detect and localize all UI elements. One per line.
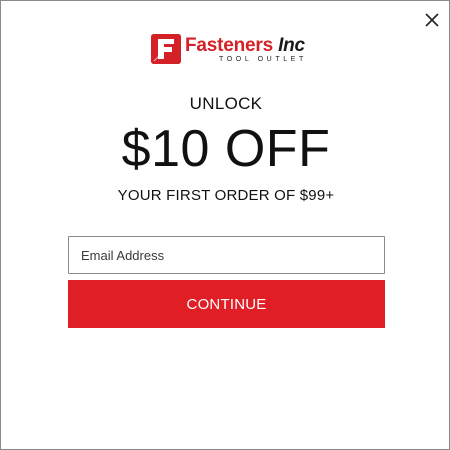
- headline-condition: YOUR FIRST ORDER OF $99+: [117, 187, 335, 204]
- continue-button[interactable]: CONTINUE: [68, 280, 385, 328]
- logo-f-icon: [151, 34, 181, 64]
- headline-offer: $10 OFF: [121, 120, 331, 178]
- close-button[interactable]: [423, 11, 441, 29]
- close-icon: [425, 13, 439, 27]
- brand-name-suffix: Inc: [278, 34, 305, 56]
- signup-modal: Fasteners Inc TOOL OUTLET UNLOCK $10 OFF…: [0, 0, 450, 450]
- brand-name-main: Fasteners: [185, 34, 273, 56]
- brand-logo: Fasteners Inc TOOL OUTLET: [151, 33, 307, 65]
- headline-unlock: UNLOCK: [189, 94, 263, 113]
- brand-tagline: TOOL OUTLET: [219, 55, 307, 63]
- email-input[interactable]: [68, 236, 385, 274]
- brand-name: Fasteners Inc: [185, 36, 307, 55]
